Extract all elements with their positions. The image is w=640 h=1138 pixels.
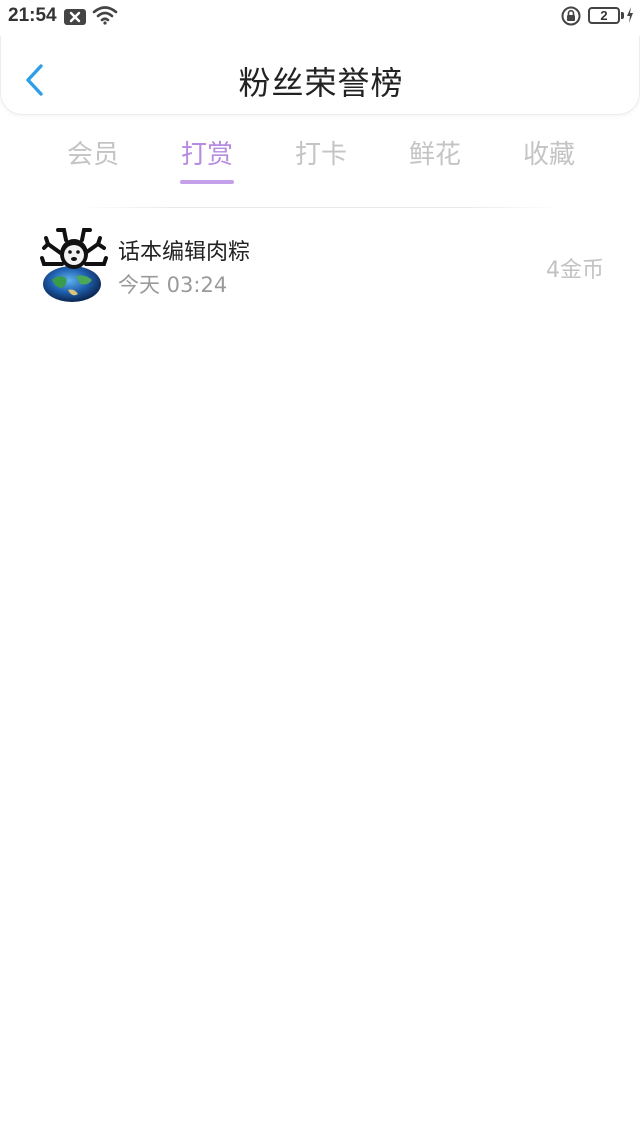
tabs-divider <box>80 207 560 208</box>
lock-rotation-icon <box>561 6 581 26</box>
tab-bar: 会员 打赏 打卡 鲜花 收藏 <box>36 134 606 194</box>
header-bar: 粉丝荣誉榜 <box>0 36 640 115</box>
charging-icon <box>625 5 635 25</box>
wifi-icon <box>92 5 118 25</box>
status-time: 21:54 <box>8 5 57 26</box>
active-tab-indicator <box>180 180 234 184</box>
reward-amount: 4金币 <box>546 258 604 283</box>
tab-membership[interactable]: 会员 <box>36 134 150 186</box>
tab-label: 打卡 <box>294 140 347 170</box>
tab-flowers[interactable]: 鲜花 <box>378 134 492 186</box>
tab-favorites[interactable]: 收藏 <box>492 134 606 186</box>
list-item[interactable]: 话本编辑肉粽 今天 03:24 4金币 <box>0 220 640 310</box>
status-bar: 21:54 2 <box>0 0 640 36</box>
tab-reward[interactable]: 打赏 <box>150 134 264 186</box>
tab-checkin[interactable]: 打卡 <box>264 134 378 186</box>
battery-icon: 2 <box>588 7 620 24</box>
notification-x-icon <box>64 9 86 25</box>
fan-honor-page: 21:54 2 粉丝荣誉榜 会员 打赏 打卡 鲜花 收藏 话本编辑肉粽 今天 0… <box>0 0 640 1138</box>
tab-label: 收藏 <box>522 140 575 170</box>
avatar[interactable] <box>38 224 110 302</box>
page-title: 粉丝荣誉榜 <box>238 64 404 102</box>
tab-label: 打赏 <box>180 140 233 170</box>
tab-label: 鲜花 <box>408 140 461 170</box>
user-name: 话本编辑肉粽 <box>118 240 251 265</box>
battery-tip <box>621 12 624 19</box>
reward-time: 今天 03:24 <box>118 273 228 297</box>
tab-label: 会员 <box>66 140 119 170</box>
